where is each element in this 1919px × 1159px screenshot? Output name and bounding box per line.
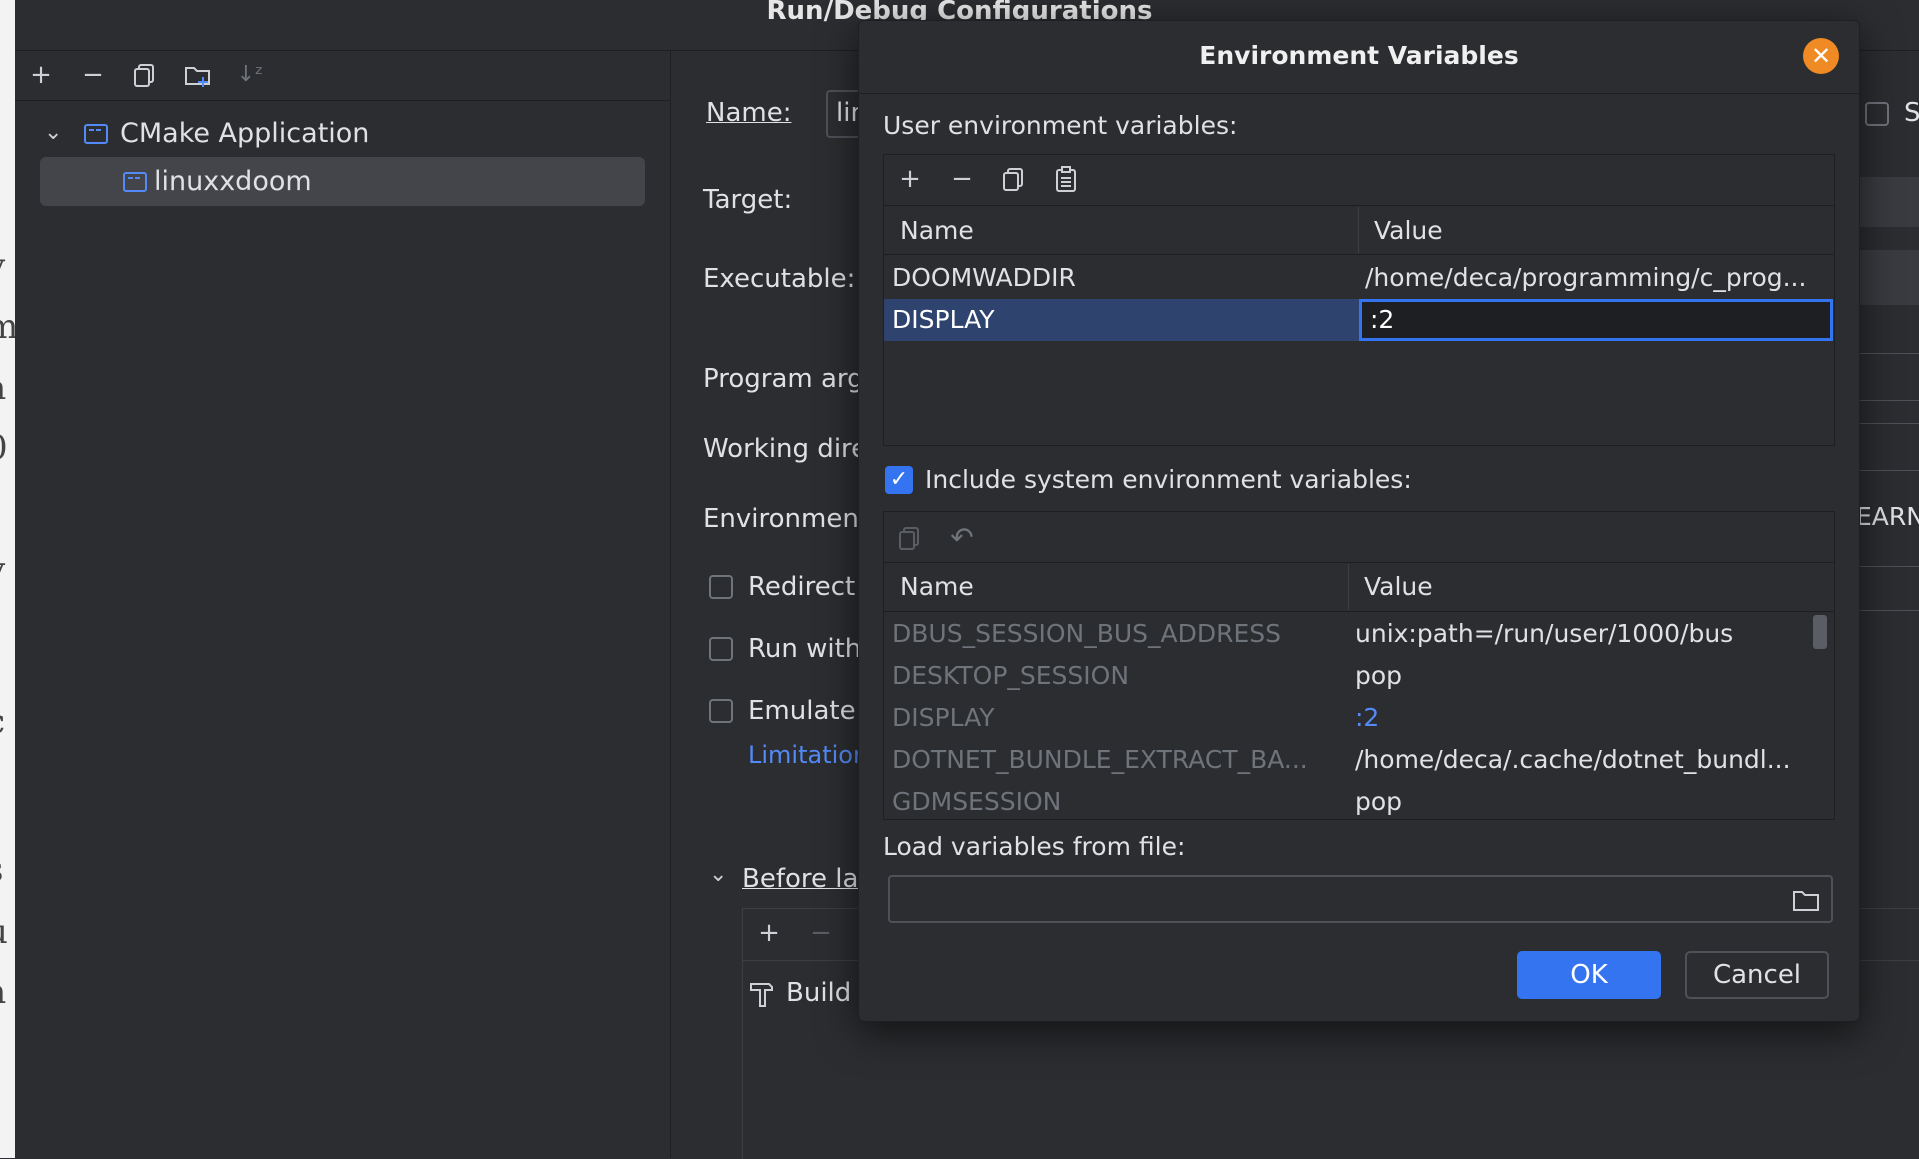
column-divider — [1358, 207, 1359, 253]
tree-item-linuxxdoom[interactable]: linuxxdoom — [154, 166, 312, 197]
toolbar-divider — [884, 205, 1834, 206]
limitations-link[interactable]: Limitation — [748, 741, 868, 769]
column-header-name[interactable]: Name — [900, 216, 974, 245]
table-row-name[interactable]: DOTNET_BUNDLE_EXTRACT_BA... — [892, 745, 1308, 774]
cmake-app-icon — [84, 124, 108, 144]
executable-label: Executable: — [703, 264, 856, 294]
before-launch-label: Before lau — [742, 864, 875, 894]
store-as-file-checkbox[interactable] — [1865, 102, 1889, 126]
field-border — [1858, 353, 1919, 354]
system-env-table: ↶ Name Value DBUS_SESSION_BUS_ADDRESS un… — [883, 511, 1835, 820]
toolbar-divider — [884, 562, 1834, 563]
remove-icon[interactable]: − — [807, 919, 835, 947]
field-border — [1858, 610, 1919, 611]
table-row-name[interactable]: DISPLAY — [892, 703, 995, 732]
chevron-down-icon[interactable]: ⌄ — [709, 862, 727, 887]
learn-more-link[interactable]: EARN — [1856, 502, 1919, 531]
user-env-table: + − Name Value DOOMWADDIR /home/deca/pro… — [883, 154, 1835, 446]
value-edit-field[interactable]: :2 — [1359, 299, 1833, 341]
table-row-value[interactable]: /home/deca/programming/c_prog... — [1365, 263, 1806, 292]
before-launch-build-item[interactable]: Build — [786, 978, 851, 1008]
field-border — [1858, 566, 1919, 567]
toolbar-divider — [15, 100, 670, 101]
target-combobox[interactable] — [1858, 177, 1919, 227]
load-file-input[interactable] — [888, 875, 1833, 923]
column-header-value[interactable]: Value — [1374, 216, 1443, 245]
chevron-down-icon[interactable]: ⌄ — [44, 120, 62, 145]
header-divider — [884, 611, 1834, 612]
program-arguments-label: Program arg — [703, 364, 864, 394]
user-env-vars-label: User environment variables: — [883, 111, 1238, 140]
include-system-vars-checkbox[interactable]: ✓ — [885, 466, 913, 494]
executable-combobox[interactable] — [1858, 250, 1919, 305]
column-header-value[interactable]: Value — [1364, 572, 1433, 601]
copy-icon[interactable] — [896, 524, 924, 552]
table-row-value[interactable]: /home/deca/.cache/dotnet_bundl... — [1355, 745, 1791, 774]
remove-icon[interactable]: − — [79, 61, 107, 89]
table-row-value[interactable]: unix:path=/run/user/1000/bus — [1355, 619, 1733, 648]
copy-icon[interactable] — [1000, 165, 1028, 193]
background-editor-strip: y m a 0 t v c s u a — [0, 0, 16, 1158]
close-icon[interactable]: ✕ — [1803, 38, 1839, 74]
undo-icon[interactable]: ↶ — [948, 524, 976, 552]
ok-button[interactable]: OK — [1517, 951, 1661, 999]
emulate-checkbox[interactable] — [709, 699, 733, 723]
sort-icon[interactable]: ↓ᶻ — [236, 61, 264, 89]
field-border — [1858, 470, 1919, 471]
redirect-label: Redirect — [748, 572, 856, 602]
dialog-title: Environment Variables — [1199, 41, 1519, 70]
table-row-name[interactable]: GDMSESSION — [892, 787, 1061, 816]
cancel-button[interactable]: Cancel — [1685, 951, 1829, 999]
scrollbar-thumb[interactable] — [1813, 615, 1827, 649]
table-row-value-overridden[interactable]: :2 — [1355, 703, 1379, 732]
add-icon[interactable]: + — [896, 165, 924, 193]
load-file-label: Load variables from file: — [883, 832, 1186, 861]
store-as-file-label: S — [1904, 98, 1919, 128]
table-row-name[interactable]: DOOMWADDIR — [892, 263, 1076, 292]
add-icon[interactable]: + — [755, 919, 783, 947]
field-border — [1858, 423, 1919, 424]
folder-icon[interactable] — [1791, 887, 1821, 913]
run-with-label: Run with — [748, 634, 862, 664]
redirect-checkbox[interactable] — [709, 575, 733, 599]
environment-variables-dialog: Environment Variables ✕ User environment… — [858, 20, 1860, 1022]
hammer-icon — [748, 978, 776, 1008]
run-with-checkbox[interactable] — [709, 637, 733, 661]
remove-icon[interactable]: − — [948, 165, 976, 193]
table-row-value[interactable]: pop — [1355, 787, 1402, 816]
table-row-name[interactable]: DBUS_SESSION_BUS_ADDRESS — [892, 619, 1281, 648]
emulate-label: Emulate t — [748, 696, 875, 726]
header-divider — [884, 254, 1834, 255]
working-directory-label: Working dire — [703, 434, 868, 464]
table-row-name[interactable]: DISPLAY — [892, 305, 995, 334]
tree-group-cmake-application[interactable]: CMake Application — [120, 118, 369, 149]
title-divider — [859, 93, 1859, 94]
configuration-tree-panel — [15, 51, 671, 1158]
include-system-vars-label: Include system environment variables: — [925, 465, 1412, 494]
target-label: Target: — [703, 185, 793, 215]
column-divider — [1348, 564, 1349, 610]
table-row-name[interactable]: DESKTOP_SESSION — [892, 661, 1129, 690]
paste-icon[interactable] — [1052, 165, 1080, 193]
table-row-value[interactable]: pop — [1355, 661, 1402, 690]
column-header-name[interactable]: Name — [900, 572, 974, 601]
environment-label: Environment — [703, 504, 870, 534]
field-border — [1858, 400, 1919, 401]
add-icon[interactable]: + — [27, 61, 55, 89]
copy-icon[interactable] — [131, 61, 159, 89]
name-label: Name: — [706, 98, 792, 128]
new-folder-icon[interactable] — [183, 61, 211, 89]
cmake-app-icon — [123, 172, 147, 192]
